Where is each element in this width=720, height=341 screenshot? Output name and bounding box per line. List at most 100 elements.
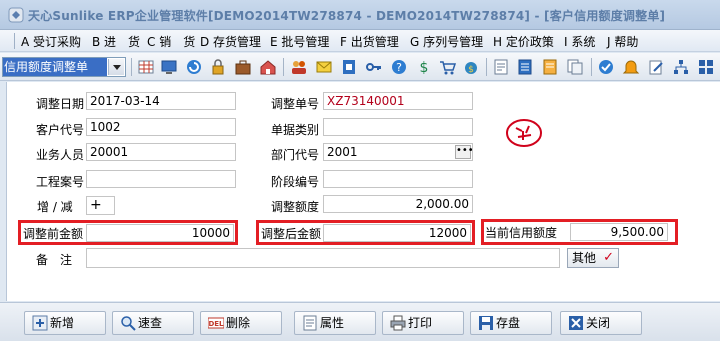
before-amount-field[interactable]: 10000: [86, 224, 234, 242]
close-button[interactable]: 关闭: [560, 311, 642, 335]
current-credit-label: 当前信用额度: [485, 226, 558, 240]
salesperson-field[interactable]: 20001: [86, 143, 236, 161]
remark-field[interactable]: [86, 248, 560, 268]
menu-batch[interactable]: E 批号管理: [270, 33, 329, 50]
menu-system[interactable]: I 系统: [564, 33, 595, 50]
save-button[interactable]: 存盘: [470, 311, 552, 335]
quick-search-button[interactable]: 速查: [112, 311, 194, 335]
toolbar-separator: [486, 58, 487, 76]
save-button-label: 存盘: [496, 316, 521, 330]
toolbar: 信用额度调整单 ? $ $: [0, 53, 720, 81]
form-selector[interactable]: 信用额度调整单: [2, 57, 126, 77]
document-icon[interactable]: [541, 58, 559, 76]
adjust-amount-label: 调整额度: [271, 200, 320, 214]
properties-button[interactable]: 属性: [294, 311, 376, 335]
add-icon: [32, 315, 48, 331]
delete-button-label: 删除: [226, 316, 251, 330]
menu-sales[interactable]: C 销 货: [147, 33, 195, 50]
window-title: 天心Sunlike ERP企业管理软件[DEMO2014TW278874 - D…: [28, 9, 666, 23]
action-bar: 新增 速查 DEL 删除 属性 打印 存盘 关闭: [0, 302, 720, 341]
adjust-date-field[interactable]: 2017-03-14: [86, 92, 236, 110]
print-button[interactable]: 打印: [382, 311, 464, 335]
increase-decrease-label: 增 / 减: [37, 200, 73, 214]
svg-text:$: $: [468, 65, 474, 75]
close-icon: [569, 316, 583, 330]
adjust-no-label: 调整单号: [271, 97, 320, 111]
close-button-label: 关闭: [586, 316, 611, 330]
chevron-down-icon[interactable]: [108, 59, 124, 75]
dept-code-field[interactable]: 2001 •••: [323, 143, 473, 161]
stage-no-label: 阶段编号: [271, 175, 320, 189]
add-button-label: 新增: [50, 316, 75, 330]
more-icon[interactable]: •••: [455, 145, 472, 159]
menu-help[interactable]: J 帮助: [607, 33, 638, 50]
document-blue-icon[interactable]: [340, 58, 358, 76]
copy-icon[interactable]: [566, 58, 584, 76]
after-amount-field[interactable]: 12000: [323, 224, 471, 242]
mail-icon[interactable]: [315, 58, 333, 76]
svg-text:DEL: DEL: [208, 320, 224, 328]
increase-decrease-field[interactable]: +: [86, 196, 115, 215]
monitor-icon[interactable]: [160, 58, 178, 76]
form-selector-value: 信用额度调整单: [3, 58, 107, 76]
customer-code-field[interactable]: 1002: [86, 118, 236, 136]
menu-pricing[interactable]: H 定价政策: [493, 33, 554, 50]
dept-code-label: 部门代号: [271, 148, 320, 162]
menu-serial[interactable]: G 序列号管理: [410, 33, 483, 50]
money-bag-icon[interactable]: $: [462, 58, 480, 76]
cart-icon[interactable]: [438, 58, 456, 76]
printer-icon: [390, 315, 406, 331]
delete-button[interactable]: DEL 删除: [200, 311, 282, 335]
menu-purchase-in[interactable]: B 进 货: [92, 33, 140, 50]
edit-icon[interactable]: [647, 58, 665, 76]
toolbar-separator: [591, 58, 592, 76]
title-bar: 天心Sunlike ERP企业管理软件[DEMO2014TW278874 - D…: [0, 0, 720, 30]
search-icon: [121, 316, 136, 331]
grid-icon[interactable]: [137, 58, 155, 76]
briefcase-icon[interactable]: [234, 58, 252, 76]
menu-shipping[interactable]: F 出货管理: [340, 33, 399, 50]
add-button[interactable]: 新增: [24, 311, 106, 335]
print-button-label: 打印: [408, 316, 433, 330]
current-credit-field[interactable]: 9,500.00: [570, 223, 668, 241]
after-amount-label: 调整后金额: [261, 227, 322, 241]
doc-category-label: 单据类别: [271, 123, 320, 137]
refresh-icon[interactable]: [185, 58, 203, 76]
properties-button-label: 属性: [320, 316, 345, 330]
help-icon[interactable]: ?: [390, 58, 408, 76]
lock-icon[interactable]: [209, 58, 227, 76]
menu-inventory[interactable]: D 存货管理: [200, 33, 261, 50]
project-no-field[interactable]: [86, 170, 236, 188]
tree-icon[interactable]: [672, 58, 690, 76]
before-amount-label: 调整前金额: [23, 227, 84, 241]
menu-grip: [14, 33, 15, 49]
svg-text:$: $: [420, 60, 429, 76]
other-button[interactable]: 其他 ✓: [567, 248, 619, 268]
menu-order-purchase[interactable]: A 受订采购: [21, 33, 81, 50]
menu-bar: A 受订采购 B 进 货 C 销 货 D 存货管理 E 批号管理 F 出货管理 …: [0, 30, 720, 52]
house-icon[interactable]: [259, 58, 277, 76]
other-button-label: 其他: [572, 251, 597, 265]
check-circle-icon[interactable]: [597, 58, 615, 76]
money-icon[interactable]: $: [415, 58, 433, 76]
people-icon[interactable]: [290, 58, 308, 76]
properties-icon: [303, 315, 317, 331]
save-icon: [479, 316, 493, 330]
quick-search-button-label: 速查: [138, 316, 163, 330]
key-icon[interactable]: [365, 58, 383, 76]
form-panel: [6, 82, 720, 301]
doc-category-field[interactable]: [323, 118, 473, 136]
adjust-no-field[interactable]: XZ73140001: [323, 92, 473, 110]
dept-code-value: 2001: [327, 145, 358, 159]
tiles-icon[interactable]: [697, 58, 715, 76]
app-logo-icon: [8, 7, 24, 23]
approval-stamp: [506, 119, 542, 147]
delete-icon: DEL: [208, 317, 224, 329]
bell-icon[interactable]: [622, 58, 640, 76]
notepad-icon[interactable]: [516, 58, 534, 76]
report-icon[interactable]: [492, 58, 510, 76]
stage-no-field[interactable]: [323, 170, 473, 188]
salesperson-label: 业务人员: [36, 148, 85, 162]
project-no-label: 工程案号: [36, 175, 85, 189]
adjust-amount-field[interactable]: 2,000.00: [323, 195, 473, 213]
